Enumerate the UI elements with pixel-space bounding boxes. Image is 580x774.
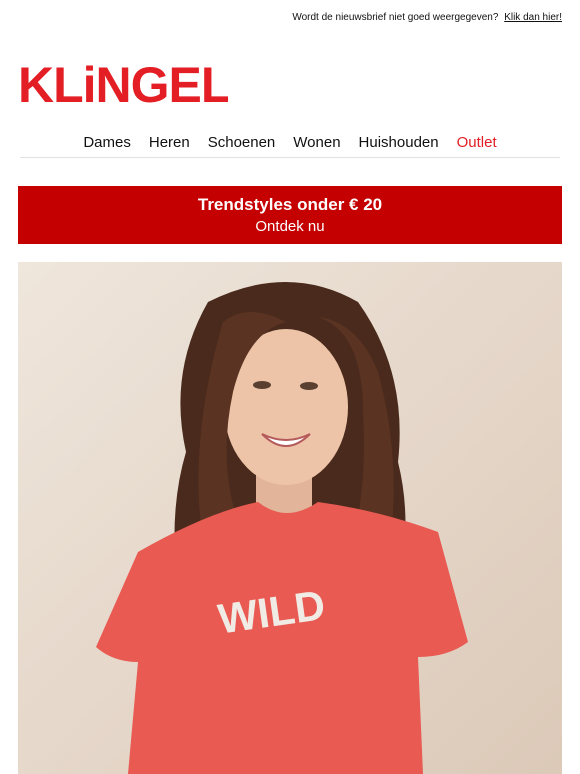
logo-text: KLiNGEL (18, 58, 228, 108)
banner-cta[interactable]: Ontdek nu (18, 218, 562, 235)
view-in-browser-link[interactable]: Klik dan hier! (504, 12, 562, 23)
nav-dames[interactable]: Dames (83, 134, 131, 151)
hero-illustration: WILD (18, 262, 562, 774)
preheader: Wordt de nieuwsbrief niet goed weergegev… (292, 12, 562, 23)
nav-outlet[interactable]: Outlet (457, 134, 497, 151)
nav-divider (20, 157, 560, 158)
nav-huishouden[interactable]: Huishouden (359, 134, 439, 151)
banner-title: Trendstyles onder € 20 (197, 195, 383, 214)
right-eye (300, 382, 318, 390)
main-navigation: Dames Heren Schoenen Wonen Huishouden Ou… (20, 134, 560, 151)
promo-banner[interactable]: Trendstyles onder € 20 Ontdek nu (18, 186, 562, 244)
hero-image[interactable]: WILD (18, 262, 562, 774)
preheader-text: Wordt de nieuwsbrief niet goed weergegev… (292, 12, 499, 23)
nav-heren[interactable]: Heren (149, 134, 190, 151)
left-eye (253, 381, 271, 389)
nav-schoenen[interactable]: Schoenen (208, 134, 276, 151)
nav-wonen[interactable]: Wonen (293, 134, 340, 151)
klingel-logo[interactable]: KLiNGEL (18, 58, 228, 108)
